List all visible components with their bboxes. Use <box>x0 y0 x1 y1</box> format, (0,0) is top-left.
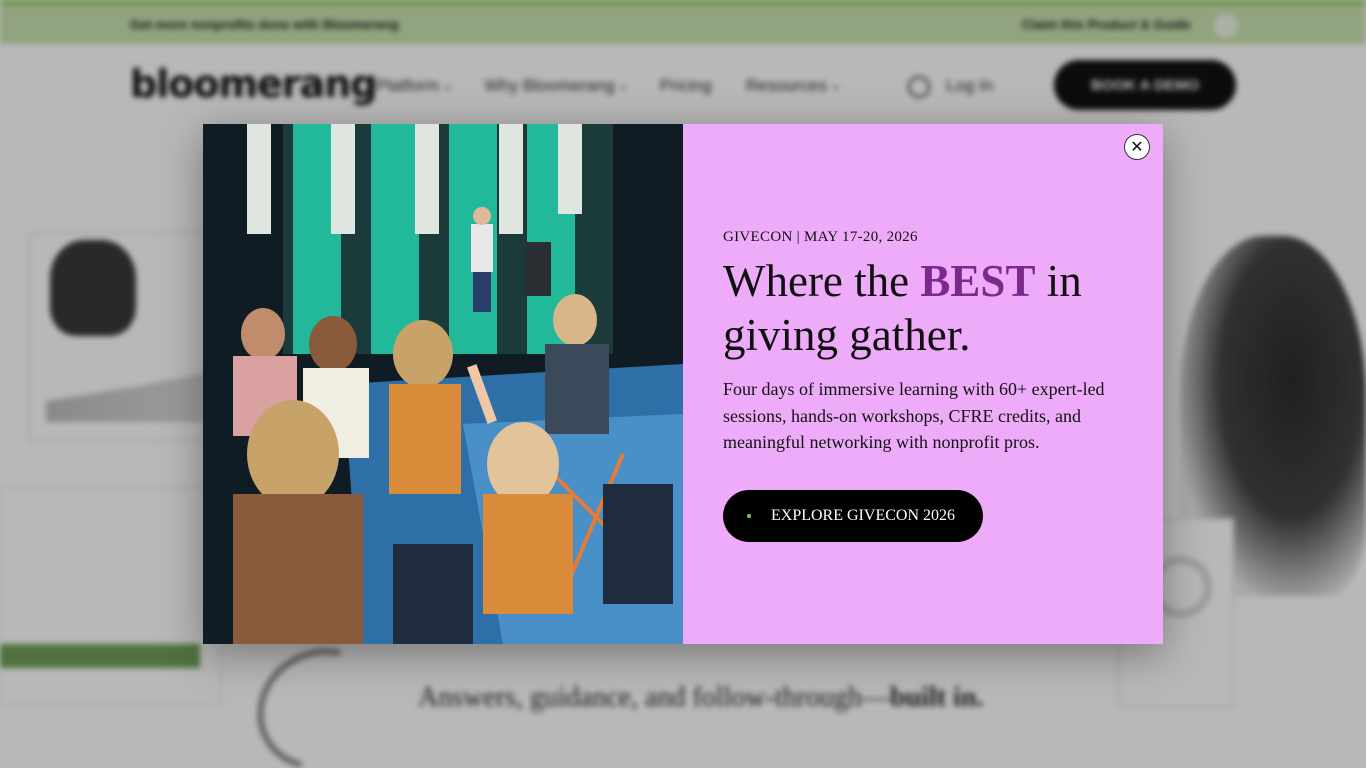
conference-photo-illustration <box>203 124 683 644</box>
explore-givecon-label: EXPLORE GIVECON 2026 <box>771 507 955 524</box>
modal-content-panel: ✕ GIVECON | MAY 17-20, 2026 Where the BE… <box>683 124 1163 644</box>
close-button[interactable]: ✕ <box>1124 134 1150 160</box>
explore-givecon-button[interactable]: EXPLORE GIVECON 2026 <box>723 490 983 542</box>
modal-description: Four days of immersive learning with 60+… <box>723 379 1105 452</box>
conference-photo <box>203 124 683 644</box>
bullet-dot-icon <box>747 514 751 518</box>
headline-accent: BEST <box>920 256 1036 306</box>
modal-headline: Where the BEST in giving gather. <box>723 256 1082 360</box>
event-date-eyebrow: GIVECON | MAY 17-20, 2026 <box>723 229 918 245</box>
givecon-modal: ✕ GIVECON | MAY 17-20, 2026 Where the BE… <box>203 124 1163 644</box>
